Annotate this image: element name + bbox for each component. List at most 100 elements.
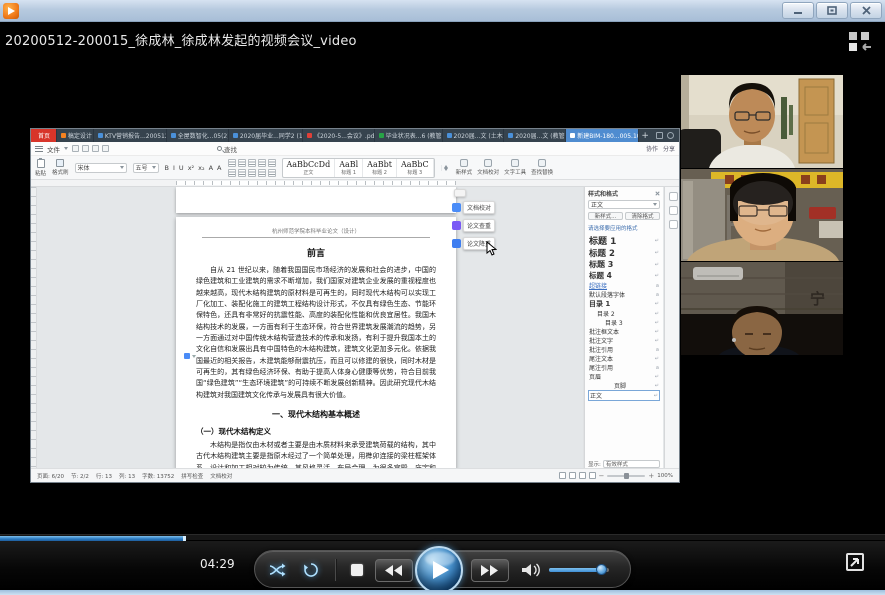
zoom-out-icon[interactable]: − [599,472,605,479]
font-format-button[interactable]: U [179,164,184,172]
volume-thumb[interactable] [595,564,607,575]
clear-format-button[interactable]: 清除格式 [625,212,660,220]
border-icon[interactable] [267,168,276,177]
style-list-item[interactable]: 批注引用 a [588,345,660,355]
wps-document-tab[interactable]: 全屋数智化...05(2) [167,129,229,142]
save-icon[interactable] [72,145,79,152]
floating-tool-button[interactable]: 文档校对 [452,201,496,214]
vertical-ruler[interactable] [31,187,37,470]
seek-bar[interactable] [0,534,885,541]
wps-document-tab[interactable]: 2020届毕业...同学2 (1) [229,129,303,142]
current-style-select[interactable]: 正文 [588,200,660,209]
video-area[interactable]: 20200512-200015_徐成林_徐成林发起的视频会议_video 首页 [0,22,885,534]
wps-document-tab[interactable]: 毕业状况表...6 (教管) [375,129,443,142]
restore-button[interactable] [816,2,848,19]
ribbon-tool-button[interactable]: 查找替换 [531,159,553,176]
close-button[interactable] [850,2,882,19]
style-list-item[interactable]: 页眉 ↵ [588,372,660,382]
font-format-button[interactable]: B [165,164,169,172]
view-mode-icon[interactable] [558,472,566,479]
indent-icon[interactable] [257,158,266,167]
new-tab-button[interactable]: + [639,129,652,142]
style-list-item[interactable]: 标题 1 ↵ [588,234,660,247]
clear-format-icon[interactable] [267,158,276,167]
redo-icon[interactable] [102,145,109,152]
style-list-item[interactable]: 标题 3 ↵ [588,259,660,270]
font-format-button[interactable]: A [217,164,221,172]
style-list-item[interactable]: 超链接 a [588,281,660,291]
style-list-item[interactable]: 标题 4 ↵ [588,270,660,281]
wps-document-tab[interactable]: KTV营销报告...200512 [94,129,167,142]
style-gallery-item[interactable]: AaBl 标题 1 [335,158,364,177]
view-mode-icon[interactable] [568,472,576,479]
document-page[interactable]: 杭州师范学院本科毕业论文（设计） 前言 自从 21 世纪以来，随着我国国民市场经… [176,217,456,470]
style-list-item[interactable]: 正文 ↵ [588,390,660,401]
style-gallery-item[interactable]: AaBbCcDd 正文 [283,158,336,177]
stop-button[interactable] [351,564,363,576]
float-tools-collapse-handle[interactable] [454,189,466,197]
wps-document-tab[interactable]: 新建BIM-180...005.10 [566,129,639,142]
font-format-button[interactable]: A [209,164,213,172]
print-icon[interactable] [82,145,89,152]
wps-document-tab[interactable]: 《2020-5...会议》.pdf [303,129,375,142]
minimize-button[interactable] [782,2,814,19]
line-spacing-icon[interactable] [247,168,256,177]
sidebar-tool-icon[interactable] [668,206,678,215]
collab-share-button[interactable]: 分享 [663,144,675,153]
layout-collapse-icon[interactable] [847,31,873,51]
style-list-item[interactable]: 目录 2 ↵ [588,309,660,319]
style-list-item[interactable]: 页脚 ↵ [588,381,660,391]
panel-close-icon[interactable] [655,191,660,196]
align-left-icon[interactable] [227,168,236,177]
comment-marker-icon[interactable] [184,353,196,359]
style-gallery-item[interactable]: AaBbC 标题 3 [397,158,434,177]
ribbon-tool-button[interactable]: 文档校对 [477,159,499,176]
next-button[interactable] [471,559,509,582]
sidebar-tool-icon[interactable] [668,220,678,229]
format-painter-button[interactable]: 格式刷 [52,159,69,176]
zoom-in-icon[interactable]: + [648,472,654,479]
style-list-item[interactable]: 批注框文本 ↵ [588,327,660,337]
new-style-button[interactable]: 新样式... [588,212,623,220]
collab-share-button[interactable]: 协作 [646,144,658,153]
file-menu[interactable]: 文件 [47,144,60,154]
ribbon-tool-button[interactable]: 文字工具 [504,159,526,176]
ribbon-search[interactable]: 查找 [217,144,237,154]
paste-button[interactable]: 粘贴 [35,157,46,177]
font-format-button[interactable]: I [173,164,175,172]
hamburger-icon[interactable] [35,145,43,152]
document-canvas[interactable]: 杭州师范学院本科毕业论文（设计） 前言 自从 21 世纪以来，随着我国国民市场经… [38,187,590,470]
font-format-button[interactable]: x₂ [198,164,204,172]
tab-overview-icon[interactable] [656,132,663,139]
style-list-item[interactable]: 尾注文本 ↵ [588,354,660,364]
outdent-icon[interactable] [247,158,256,167]
zoom-slider[interactable] [607,472,646,479]
wps-document-tab[interactable]: 首页 [31,129,57,142]
style-list-item[interactable]: 目录 3 ↵ [588,318,660,328]
floating-tool-button[interactable]: 论文查重 [452,219,496,232]
style-list-item[interactable]: 目录 1 ↵ [588,299,660,309]
font-format-button[interactable]: x² [188,164,194,172]
ribbon-tool-button[interactable]: 新样式 [456,159,472,176]
style-list-item[interactable]: 批注文字 ↵ [588,336,660,346]
align-center-icon[interactable] [237,168,246,177]
sidebar-tool-icon[interactable] [668,192,678,201]
shuffle-button[interactable] [269,562,286,578]
show-filter-select[interactable]: 有效样式 [602,460,660,468]
style-list-item[interactable]: 标题 2 ↵ [588,247,660,259]
previous-button[interactable] [375,559,413,582]
view-mode-icon[interactable] [588,472,596,479]
account-icon[interactable] [667,132,675,139]
repeat-button[interactable] [303,562,319,578]
wps-document-tab[interactable]: 稿定设计 [57,129,94,142]
font-size-select[interactable]: 五号 [132,162,159,173]
font-name-select[interactable]: 宋体 [74,162,127,173]
shading-icon[interactable] [257,168,266,177]
view-mode-icon[interactable] [578,472,586,479]
switch-to-library-button[interactable] [846,553,864,571]
mute-button[interactable] [521,562,541,578]
play-button[interactable] [415,546,463,594]
gallery-down-icon[interactable] [443,167,448,171]
bullets-icon[interactable] [227,158,236,167]
style-list-item[interactable]: 默认段落字体 a [588,290,660,300]
